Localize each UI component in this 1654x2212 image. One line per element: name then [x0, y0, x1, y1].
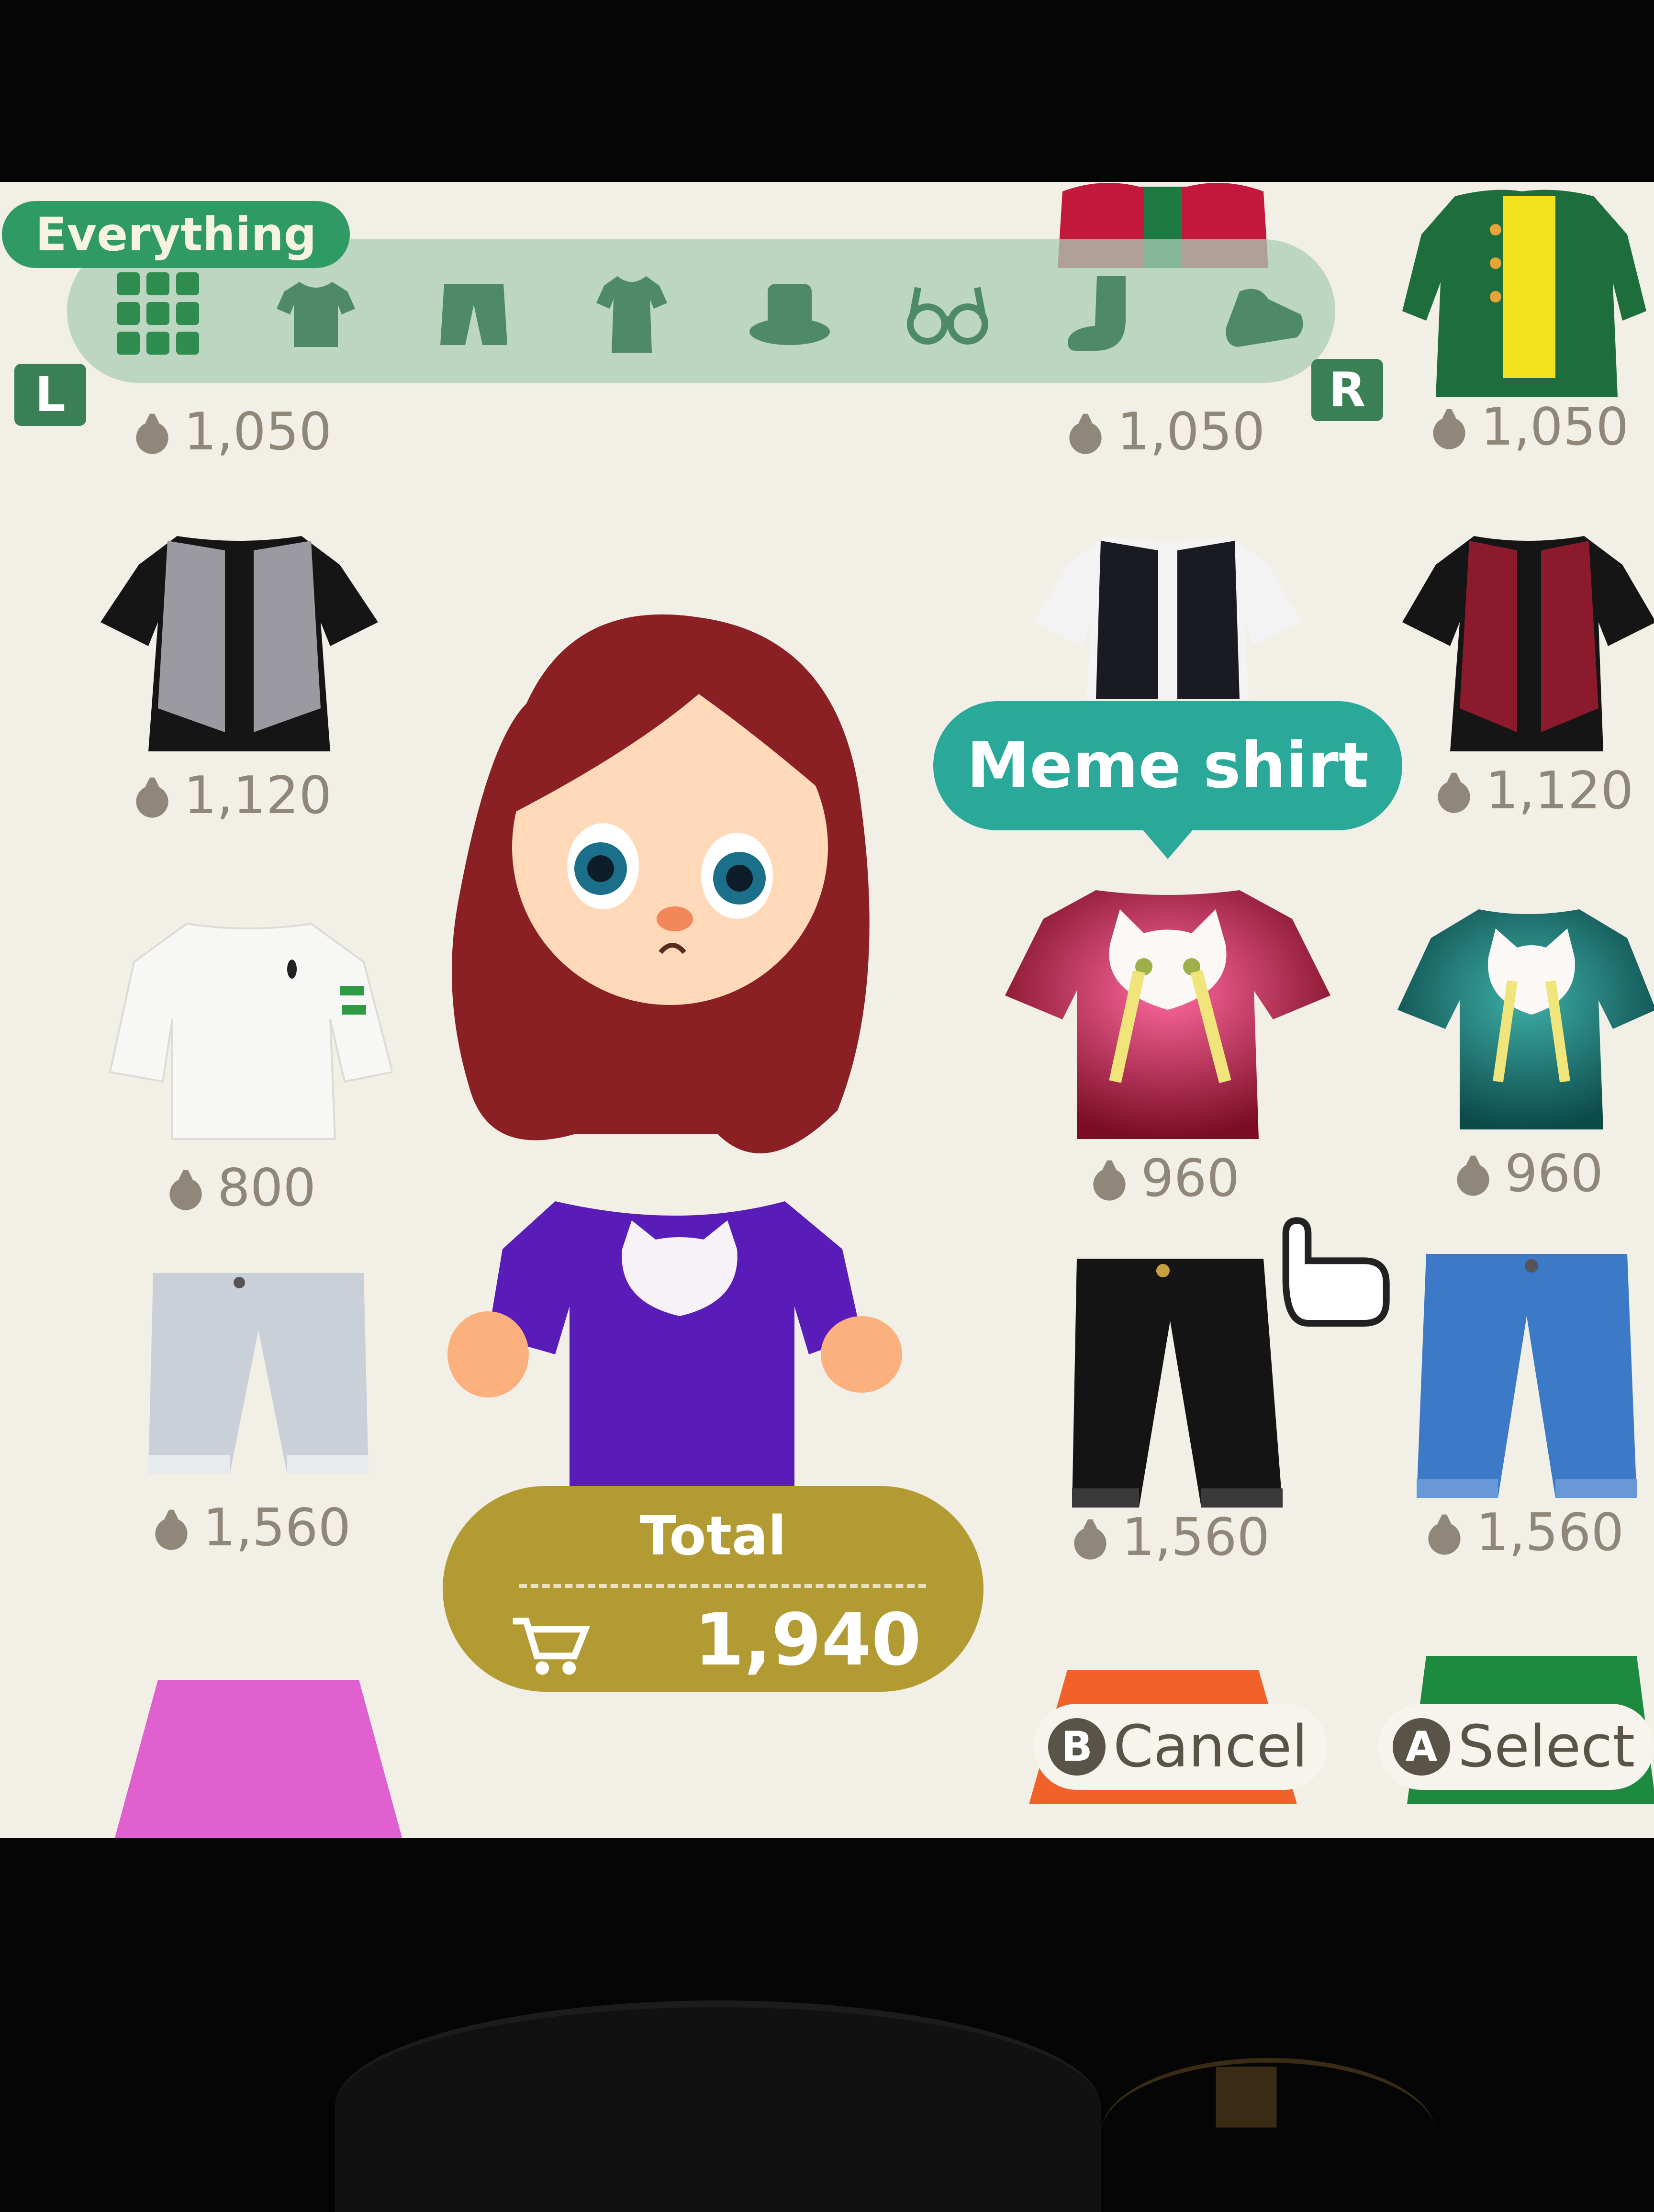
price-label: 960: [1450, 1144, 1603, 1204]
tab-accessories[interactable]: [900, 266, 995, 361]
tab-everything[interactable]: [110, 266, 206, 361]
tab-shoes[interactable]: [1216, 266, 1311, 361]
shoes-icon: [1226, 289, 1303, 347]
bell-bag-icon: [1069, 413, 1102, 454]
b-button-icon: B: [1048, 1718, 1106, 1776]
meme-shirt-red-graphic: [1005, 890, 1330, 1139]
gray-vest-graphic: [101, 536, 378, 751]
cancel-label: Cancel: [1113, 1713, 1308, 1780]
l-shoulder-button[interactable]: L: [14, 364, 86, 426]
bell-bag-icon: [169, 1170, 202, 1210]
tab-socks[interactable]: [1058, 266, 1153, 361]
bell-bag-icon: [1438, 772, 1470, 813]
grid-icon: [117, 272, 199, 355]
price-label: 1,560: [1421, 1503, 1624, 1563]
bell-bag-icon: [1457, 1155, 1489, 1196]
red-vest-graphic: [1402, 536, 1654, 751]
price-label: 1,120: [1431, 761, 1633, 821]
total-panel: Total 1,940: [443, 1486, 983, 1692]
total-value: 1,940: [694, 1598, 921, 1682]
bell-bag-icon: [1433, 409, 1465, 449]
gray-pants-graphic: [148, 1273, 369, 1474]
select-label: Select: [1458, 1713, 1635, 1780]
price-label: 1,050: [1426, 397, 1629, 457]
meme-shirt-teal-graphic: [1397, 909, 1654, 1129]
hat-icon: [749, 284, 830, 345]
pink-skirt-graphic: [115, 1680, 402, 1838]
tab-tops[interactable]: [268, 266, 364, 361]
cancel-button[interactable]: B Cancel: [1034, 1704, 1327, 1790]
bell-bag-icon: [1093, 1160, 1126, 1201]
price-label: 1,050: [1062, 402, 1265, 462]
price-label: 800: [163, 1158, 316, 1218]
r-shoulder-button[interactable]: R: [1311, 359, 1383, 421]
total-label: Total: [640, 1505, 786, 1567]
price-label: 1,560: [148, 1498, 351, 1558]
socks-icon: [1068, 276, 1126, 351]
bell-bag-icon: [155, 1509, 188, 1550]
shop-screen: Everything L R 1,050 1,050 1,050 1,120 1…: [0, 182, 1654, 1838]
price-label: 1,050: [129, 402, 332, 462]
price-label: 1,120: [129, 766, 332, 826]
black-pants-graphic: [1072, 1259, 1283, 1508]
bottoms-icon: [440, 284, 507, 345]
tab-dresses[interactable]: [584, 266, 680, 361]
price-label: 1,560: [1067, 1508, 1270, 1567]
blue-pants-graphic: [1417, 1254, 1637, 1498]
select-button[interactable]: A Select: [1378, 1704, 1654, 1790]
tab-headwear[interactable]: [742, 266, 838, 361]
glasses-icon: [907, 287, 988, 345]
item-name-tooltip: Meme shirt: [933, 701, 1402, 859]
screen-reflection: [1101, 2058, 1436, 2210]
bell-bag-icon: [136, 777, 168, 818]
dress-icon: [596, 276, 667, 353]
bell-bag-icon: [1428, 1514, 1461, 1555]
tops-icon: [277, 282, 355, 347]
green-jacket-graphic: [1402, 190, 1646, 397]
a-button-icon: A: [1393, 1718, 1450, 1776]
price-label: 960: [1086, 1149, 1240, 1208]
white-shirt-graphic: [109, 922, 392, 1140]
tab-bottoms[interactable]: [426, 266, 522, 361]
screen-reflection: [335, 2000, 1101, 2212]
bell-bag-icon: [136, 413, 168, 454]
white-vest-graphic: [1034, 536, 1302, 699]
bell-bag-icon: [1074, 1519, 1106, 1560]
category-label: Everything: [2, 201, 350, 268]
shopping-cart-icon: [513, 1618, 591, 1675]
pointer-hand-icon: [1282, 1217, 1390, 1327]
divider: [519, 1584, 926, 1588]
